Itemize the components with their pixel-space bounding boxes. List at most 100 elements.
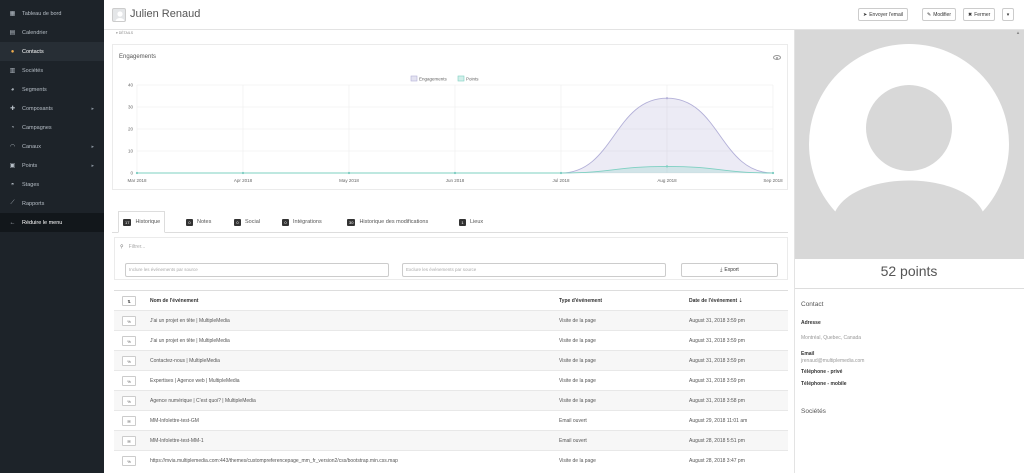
sidebar-item-label: Contacts (22, 48, 44, 55)
sidebar-item-rapports[interactable]: ⟋ Rapports (0, 194, 104, 213)
legend-label: Points (466, 77, 479, 82)
sidebar-item-points[interactable]: ▣ Points ▸ (0, 156, 104, 175)
building-icon: ▥ (9, 68, 16, 74)
companies-section-title: Sociétés (801, 408, 826, 415)
table-row[interactable]: % https://mvia.multiplemedia.com:443/them… (114, 450, 788, 470)
arrow-left-icon: ← (9, 219, 16, 226)
top-bar: Julien Renaud ➤ Envoyer l'email ✎ Modifier… (104, 0, 1024, 30)
tab-count-badge: 30 (347, 218, 356, 226)
download-icon: ⤓ (720, 267, 723, 273)
event-name-cell: https://mvia.multiplemedia.com:443/theme… (150, 458, 398, 464)
event-type-cell: Visite de la page (559, 378, 596, 384)
table-row[interactable]: % J'ai un projet en tête | MultipleMedia V… (114, 310, 788, 330)
x-tick-label: Sep 2018 (763, 178, 783, 183)
sidebar-item-calendrier[interactable]: ▤ Calendrier (0, 23, 104, 42)
events-table: ⇅ Nom de l'événement Type d'événement Da… (114, 290, 788, 470)
calculator-icon: ▣ (9, 163, 16, 169)
tab-notes[interactable]: 0 Notes (182, 211, 215, 233)
sidebar-item-segments[interactable]: ◕ Segments (0, 80, 104, 99)
tab-historique-des-modifications[interactable]: 30 Historique des modifications (343, 211, 432, 233)
sidebar-item-label: Sociétés (22, 67, 44, 74)
table-row[interactable]: ✉ MM-Infolettre-test-MM-1 Email ouvert Augu… (114, 430, 788, 450)
event-type-cell: Visite de la page (559, 398, 596, 404)
sort-icon: ⇅ (122, 295, 136, 306)
send-email-button[interactable]: ➤ Envoyer l'email (858, 8, 908, 21)
percent-icon[interactable]: % (122, 315, 136, 326)
row-type-cell: % (119, 391, 139, 411)
data-point[interactable] (559, 171, 563, 175)
tab-social[interactable]: 0 Social (230, 211, 264, 233)
event-date-cell: August 28, 2018 3:47 pm (689, 458, 745, 464)
data-point[interactable] (135, 171, 139, 175)
col-event-type[interactable]: Type d'événement (559, 291, 679, 311)
puzzle-icon: ✚ (9, 106, 16, 112)
x-tick-label: Jul 2018 (552, 178, 570, 183)
percent-icon[interactable]: % (122, 395, 136, 406)
tab-label: Historique des modifications (359, 219, 429, 225)
y-tick-label: 20 (128, 127, 134, 132)
envelope-icon[interactable]: ✉ (122, 435, 136, 446)
data-point[interactable] (347, 171, 351, 175)
avatar (112, 8, 126, 22)
table-row[interactable]: ✉ MM-Infolettre-test-GM Email ouvert August… (114, 410, 788, 430)
export-button[interactable]: ⤓ Export (681, 263, 778, 277)
event-name-cell: MM-Infolettre-test-MM-1 (150, 438, 204, 444)
data-point[interactable] (241, 171, 245, 175)
include-sources-select[interactable]: Inclure les événements par source (125, 263, 389, 277)
data-point[interactable] (665, 97, 669, 100)
more-dropdown-button[interactable]: ▾ (1002, 8, 1014, 21)
exclude-sources-select[interactable]: Exclure les événements par source (402, 263, 666, 277)
sidebar-item-contacts[interactable]: ● Contacts (0, 42, 104, 61)
event-name-cell: Expertises | Agence web | MultipleMedia (150, 378, 240, 384)
tab-label: Intégrations (293, 219, 322, 225)
col-event-date[interactable]: Date de l'événement ⇣ (689, 291, 784, 311)
close-button[interactable]: ✖ Fermer (963, 8, 996, 21)
y-tick-label: 0 (130, 171, 133, 176)
event-date-cell: August 31, 2018 3:59 pm (689, 378, 745, 384)
percent-icon[interactable]: % (122, 375, 136, 386)
edit-button[interactable]: ✎ Modifier (922, 8, 956, 21)
envelope-icon[interactable]: ✉ (122, 415, 136, 426)
sidebar-item-stages[interactable]: ◓ Stages (0, 175, 104, 194)
sidebar-item-label: Points (22, 162, 38, 169)
scroll-up-arrow[interactable]: ▴ (1012, 30, 1024, 39)
tab-label: Historique (135, 219, 161, 225)
percent-icon[interactable]: % (122, 455, 136, 466)
row-type-cell: % (119, 331, 139, 351)
filter-search[interactable]: ⚲ Filtrer... (120, 244, 145, 250)
sort-icon-column[interactable]: ⇅ (119, 291, 139, 311)
legend-swatch (410, 75, 418, 82)
phone-private-label: Téléphone - privé (801, 369, 843, 375)
data-point[interactable] (453, 171, 457, 175)
tab-intégrations[interactable]: 0 Intégrations (278, 211, 326, 233)
tab-historique[interactable]: 17 Historique (118, 211, 166, 233)
table-row[interactable]: % Contactez-nous | MultipleMedia Visite de… (114, 350, 788, 370)
table-row[interactable]: % J'ai un projet en tête | MultipleMedia V… (114, 330, 788, 350)
sidebar-item-label: Stages (22, 181, 40, 188)
user-icon: ● (10, 48, 15, 55)
sidebar-item-canaux[interactable]: ◠ Canaux ▸ (0, 137, 104, 156)
data-point[interactable] (771, 171, 775, 175)
data-point[interactable] (665, 165, 669, 168)
rss-icon: ◠ (9, 144, 16, 150)
tab-label: Social (245, 219, 260, 225)
details-toggle[interactable]: ▾ DÉTAILS (116, 31, 133, 35)
col-event-name[interactable]: Nom de l'événement (150, 291, 550, 311)
email-value[interactable]: jrenaud@multiplemedia.com (801, 358, 864, 364)
tab-count-badge: 17 (123, 218, 132, 226)
sidebar-item-réduire-le-menu[interactable]: ← Réduire le menu (0, 213, 104, 232)
tab-lieux[interactable]: 1 Lieux (455, 211, 487, 233)
legend-swatch (457, 75, 465, 82)
line-chart-icon: ⟋ (10, 200, 15, 206)
percent-icon[interactable]: % (122, 355, 136, 366)
percent-icon[interactable]: % (122, 335, 136, 346)
table-row[interactable]: % Agence numérique | C'est quoi? | Multip… (114, 390, 788, 410)
sidebar-item-sociétés[interactable]: ▥ Sociétés (0, 61, 104, 80)
sidebar-item-label: Segments (22, 86, 47, 93)
tab-label: Lieux (470, 219, 484, 225)
sidebar-item-campagnes[interactable]: ◔ Campagnes (0, 118, 104, 137)
sidebar-item-tableau-de-bord[interactable]: ▦ Tableau de bord (0, 4, 104, 23)
sidebar-item-composants[interactable]: ✚ Composants ▸ (0, 99, 104, 118)
address-value: Montréal, Quebec, Canada (801, 335, 862, 341)
table-row[interactable]: % Expertises | Agence web | MultipleMedia… (114, 370, 788, 390)
